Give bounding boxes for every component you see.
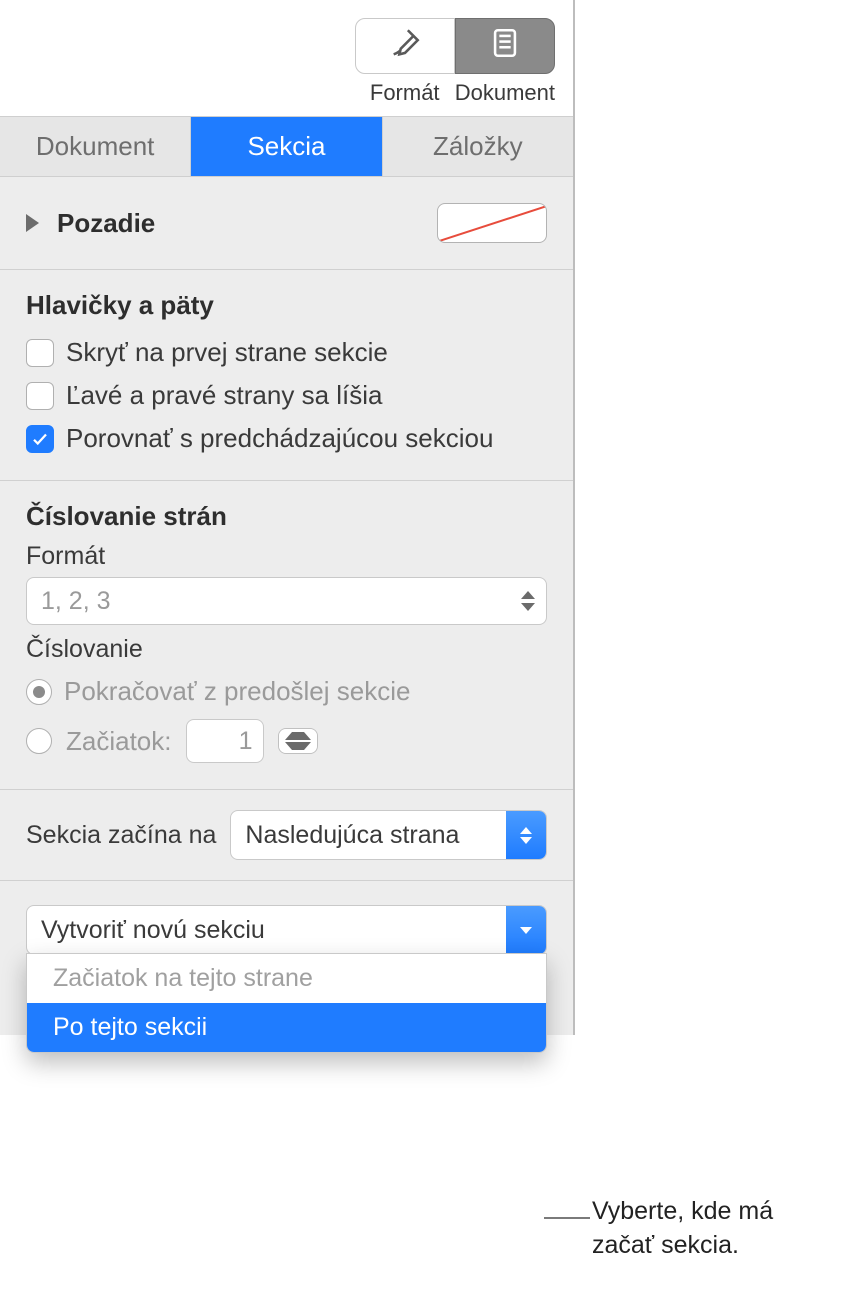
hide-on-first-label: Skryť na prvej strane sekcie bbox=[66, 337, 388, 368]
disclosure-triangle-icon[interactable] bbox=[26, 214, 39, 232]
tab-section[interactable]: Sekcia bbox=[191, 117, 382, 176]
create-new-section-group: Vytvoriť novú sekciu Začiatok na tejto s… bbox=[0, 881, 573, 975]
section-starts-label: Sekcia začína na bbox=[26, 821, 216, 850]
headers-footers-title: Hlavičky a päty bbox=[26, 290, 547, 321]
background-color-well[interactable] bbox=[437, 203, 547, 243]
headers-footers-group: Hlavičky a päty Skryť na prvej strane se… bbox=[0, 270, 573, 481]
section-starts-value: Nasledujúca strana bbox=[245, 821, 459, 850]
background-group: Pozadie bbox=[0, 177, 573, 270]
inspector-panel: Formát Dokument Dokument Sekcia Záložky bbox=[0, 0, 575, 1035]
section-starts-group: Sekcia začína na Nasledujúca strana bbox=[0, 790, 573, 881]
create-new-section-menu: Začiatok na tejto strane Po tejto sekcii bbox=[26, 953, 547, 1053]
create-new-section-button[interactable]: Vytvoriť novú sekciu bbox=[26, 905, 547, 955]
tab-document[interactable]: Dokument bbox=[0, 117, 191, 176]
menu-item-after-this-section[interactable]: Po tejto sekcii bbox=[27, 1003, 546, 1052]
section-starts-select[interactable]: Nasledujúca strana bbox=[230, 810, 547, 860]
page-numbering-group: Číslovanie strán Formát 1, 2, 3 Číslovan… bbox=[0, 481, 573, 790]
menu-item-start-this-page: Začiatok na tejto strane bbox=[27, 954, 546, 1003]
match-previous-label: Porovnať s predchádzajúcou sekciou bbox=[66, 423, 493, 454]
document-toolbar-button[interactable]: Dokument bbox=[455, 18, 555, 106]
left-right-differ-checkbox[interactable] bbox=[26, 382, 54, 410]
start-at-label: Začiatok: bbox=[66, 726, 172, 757]
page-numbering-title: Číslovanie strán bbox=[26, 501, 547, 532]
inspector-tabs: Dokument Sekcia Záložky bbox=[0, 116, 573, 177]
left-right-differ-label: Ľavé a pravé strany sa líšia bbox=[66, 380, 383, 411]
numbering-field-label: Číslovanie bbox=[26, 635, 547, 664]
select-stepper-icon bbox=[516, 582, 540, 620]
callout-leader-line bbox=[544, 1217, 590, 1219]
hide-on-first-checkbox[interactable] bbox=[26, 339, 54, 367]
section-inspector-content: Pozadie Hlavičky a päty Skryť na prvej s… bbox=[0, 177, 573, 1035]
callout-text: Vyberte, kde má začať sekcia. bbox=[592, 1195, 773, 1263]
start-at-radio[interactable] bbox=[26, 728, 52, 754]
page-number-format-select[interactable]: 1, 2, 3 bbox=[26, 577, 547, 625]
create-new-section-label: Vytvoriť novú sekciu bbox=[41, 916, 265, 945]
format-toolbar-button[interactable]: Formát bbox=[355, 18, 455, 106]
popup-arrow-icon bbox=[506, 906, 546, 954]
format-field-label: Formát bbox=[26, 542, 547, 571]
format-toolbar-label: Formát bbox=[370, 80, 440, 106]
paintbrush-icon bbox=[388, 26, 422, 67]
toolbar-top: Formát Dokument bbox=[0, 0, 573, 116]
document-toolbar-label: Dokument bbox=[455, 80, 555, 106]
match-previous-checkbox[interactable] bbox=[26, 425, 54, 453]
start-at-number-input[interactable]: 1 bbox=[186, 719, 264, 763]
document-icon bbox=[488, 26, 522, 67]
start-at-stepper[interactable] bbox=[278, 728, 318, 754]
continue-from-previous-label: Pokračovať z predošlej sekcie bbox=[64, 676, 410, 707]
continue-from-previous-radio[interactable] bbox=[26, 679, 52, 705]
background-title: Pozadie bbox=[57, 208, 155, 239]
page-number-format-value: 1, 2, 3 bbox=[41, 587, 111, 616]
tab-bookmarks[interactable]: Záložky bbox=[383, 117, 573, 176]
popup-arrows-icon bbox=[506, 811, 546, 859]
